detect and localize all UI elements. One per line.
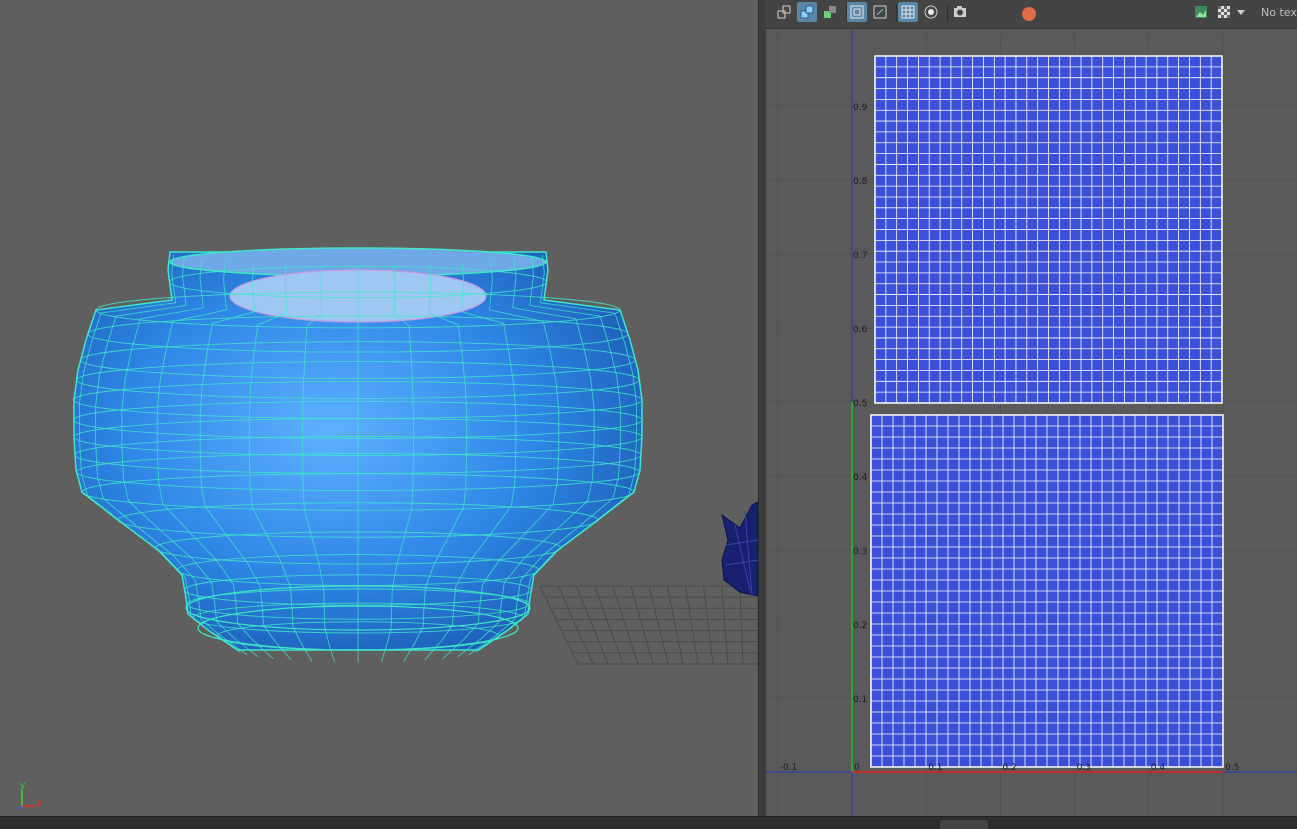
ground-grid [539,585,758,665]
dropdown-arrow-icon[interactable] [1234,2,1248,22]
uv-canvas[interactable]: -0.1 0 0.1 0.2 0.3 0.4 0.5 0.1 0.2 0.3 0.4 0.5 0.6 0.… [766,30,1297,816]
v-tick-label: 0.1 [853,695,867,705]
status-bar [0,816,1297,829]
uv-shell-border-icon[interactable] [797,2,817,22]
v-tick-label: 0.2 [853,621,867,631]
v-tick-label: 0.4 [853,473,868,483]
v-tick-label: 0.6 [853,325,868,335]
axis-indicator: y x [14,781,46,812]
image-range-icon[interactable] [870,2,890,22]
grid-icon[interactable] [898,2,918,22]
axis-x-label: x [37,799,43,809]
v-tick-label: 0.7 [853,251,867,261]
u-tick-label: -0.1 [780,763,798,773]
uv-distortion-icon[interactable] [820,2,840,22]
status-indicator-icon [1022,7,1036,21]
checker-icon[interactable] [1214,2,1234,22]
uv-editor-panel: No text -0.1 0 0.1 0.2 0.3 0.4 0.5 0.1 0.2 0.3 0.4… [766,0,1297,816]
v-tick-label: 0.3 [853,547,867,557]
texture-selector[interactable]: No text [1261,6,1297,19]
image-toggle-icon[interactable] [1191,2,1211,22]
u-tick-label: 0.2 [1002,763,1016,773]
snapshot-icon[interactable] [950,2,970,22]
cat-mesh[interactable] [721,501,758,597]
display-image-icon[interactable] [847,2,867,22]
perspective-viewport[interactable]: y x [0,0,758,816]
uv-shell-icon[interactable] [774,2,794,22]
uv-shell-upper[interactable] [874,55,1223,404]
u-tick-label: 0 [854,763,860,773]
v-tick-label: 0.9 [853,103,868,113]
u-tick-label: 0.5 [1225,763,1239,773]
uv-shell-lower[interactable] [870,414,1224,768]
v-tick-label: 0.5 [853,399,867,409]
u-tick-label: 0.4 [1151,763,1166,773]
u-tick-label: 0.3 [1077,763,1091,773]
uv-shells[interactable] [870,55,1224,768]
u-tick-label: 0.1 [928,763,942,773]
vase-mesh[interactable] [73,247,643,663]
axis-y-label: y [20,781,26,791]
snap-icon[interactable] [921,2,941,22]
viewport-scene [73,247,758,665]
v-tick-label: 0.8 [853,177,868,187]
